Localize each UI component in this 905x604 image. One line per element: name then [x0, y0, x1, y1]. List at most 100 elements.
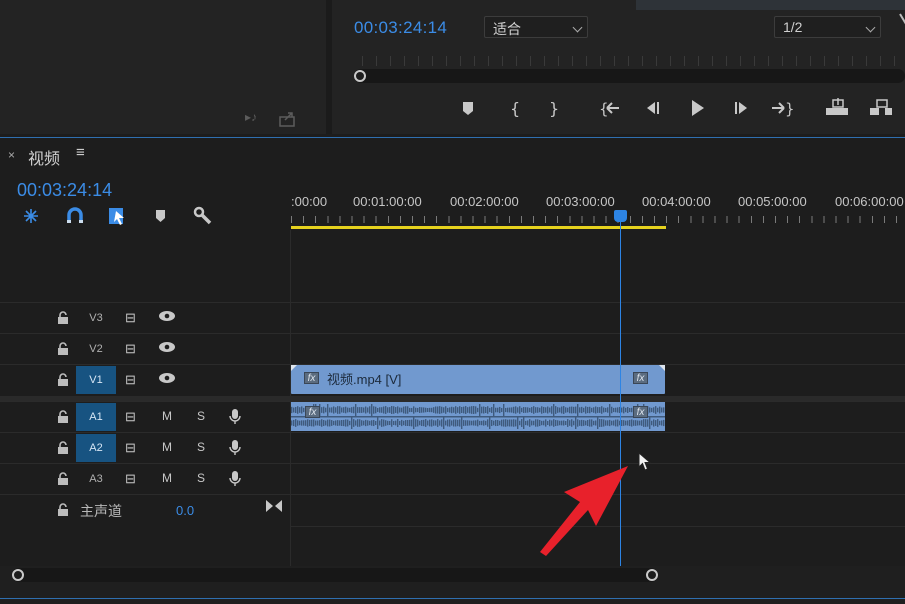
lane-v3[interactable]	[291, 302, 905, 332]
sync-lock-icon[interactable]: ⊟	[125, 440, 136, 456]
ruler-label: 00:05:00:00	[738, 194, 807, 209]
track-name-a3[interactable]: A3	[76, 465, 116, 493]
close-icon[interactable]: ×	[8, 148, 15, 162]
zoom-fit-value: 适合	[493, 21, 521, 37]
resolution-value: 1/2	[783, 19, 803, 35]
master-volume-value[interactable]: 0.0	[176, 503, 194, 518]
track-header-a2: A2 ⊟ M S	[0, 432, 290, 462]
sync-lock-icon[interactable]: ⊟	[125, 409, 136, 425]
audio-clip[interactable]: fx fx	[291, 402, 665, 431]
fx-badge[interactable]: fx	[633, 406, 648, 418]
ruler-label: 00:06:00:00	[835, 194, 904, 209]
scroll-handle-right[interactable]	[646, 569, 658, 581]
microphone-icon[interactable]	[229, 440, 241, 456]
track-name-a2[interactable]: A2	[76, 434, 116, 462]
track-header-v2: V2 ⊟	[0, 333, 290, 363]
lock-icon[interactable]	[57, 373, 69, 386]
fx-badge[interactable]: fx	[305, 406, 320, 418]
project-panel: ▸♪	[0, 0, 326, 134]
timeline-tab[interactable]: × 视频 ≡	[0, 142, 905, 168]
eye-icon[interactable]	[158, 372, 176, 384]
extract-button[interactable]	[868, 96, 892, 120]
zoom-fit-select[interactable]: 适合	[484, 16, 588, 38]
fx-badge[interactable]: fx	[633, 372, 648, 384]
playback-resolution-select[interactable]: 1/2	[774, 16, 881, 38]
export-icon[interactable]	[278, 110, 298, 128]
program-timecode[interactable]: 00:03:24:14	[354, 18, 447, 38]
sync-lock-icon[interactable]: ⊟	[125, 310, 136, 326]
eye-icon[interactable]	[158, 310, 176, 322]
track-header-v1: V1 ⊟	[0, 364, 290, 394]
insert-audio-icon[interactable]: ▸♪	[245, 110, 265, 128]
video-clip[interactable]: fx 视频.mp4 [V] fx	[291, 365, 665, 394]
sync-lock-icon[interactable]: ⊟	[125, 471, 136, 487]
panel-focus-line	[0, 598, 905, 599]
add-marker-icon[interactable]	[150, 205, 172, 227]
track-name-v2[interactable]: V2	[76, 335, 116, 363]
track-header-master: 主声道 0.0	[0, 494, 290, 526]
solo-button[interactable]: S	[197, 440, 205, 454]
track-header-a1: A1 ⊟ M S	[0, 401, 290, 431]
ruler-label: 00:01:00:00	[353, 194, 422, 209]
work-area-bar[interactable]	[291, 226, 666, 229]
ruler-label: 00:03:00:00	[546, 194, 615, 209]
lock-icon[interactable]	[57, 410, 69, 423]
sync-lock-icon[interactable]: ⊟	[125, 341, 136, 357]
mute-button[interactable]: M	[162, 409, 172, 423]
track-name-v1[interactable]: V1	[76, 366, 116, 394]
horizontal-zoom-scrollbar[interactable]	[12, 568, 658, 582]
solo-button[interactable]: S	[197, 409, 205, 423]
scrubber-handle[interactable]	[354, 70, 366, 82]
chevron-down-icon	[572, 22, 583, 33]
lock-icon[interactable]	[57, 342, 69, 355]
settings-wrench-icon[interactable]	[898, 12, 905, 26]
track-name-a1[interactable]: A1	[76, 403, 116, 431]
scroll-handle-left[interactable]	[12, 569, 24, 581]
monitor-scrubber[interactable]	[354, 69, 905, 83]
nest-sequence-icon[interactable]	[20, 205, 42, 227]
lane-a2[interactable]	[291, 432, 905, 462]
mark-in-button[interactable]: {	[502, 96, 526, 120]
track-header-a3: A3 ⊟ M S	[0, 463, 290, 493]
go-to-out-button[interactable]: }	[770, 96, 794, 120]
lock-icon[interactable]	[57, 472, 69, 485]
snap-magnet-icon[interactable]	[64, 205, 86, 227]
mark-out-button[interactable]: }	[541, 96, 565, 120]
mute-button[interactable]: M	[162, 471, 172, 485]
step-back-button[interactable]	[641, 96, 665, 120]
mute-button[interactable]: M	[162, 440, 172, 454]
timeline-settings-wrench-icon[interactable]	[192, 205, 214, 227]
ruler-ticks	[291, 216, 905, 223]
clip-corner	[291, 365, 297, 371]
solo-button[interactable]: S	[197, 471, 205, 485]
panel-focus-line	[0, 137, 905, 138]
track-name-v3[interactable]: V3	[76, 304, 116, 332]
time-ruler[interactable]: :00:00 00:01:00:00 00:02:00:00 00:03:00:…	[291, 190, 905, 230]
microphone-icon[interactable]	[229, 471, 241, 487]
timeline-timecode[interactable]: 00:03:24:14	[17, 180, 112, 201]
go-to-mixer-icon[interactable]	[265, 499, 283, 513]
monitor-ruler	[362, 56, 902, 66]
video-clip-label: 视频.mp4 [V]	[327, 372, 402, 387]
svg-text:}: }	[549, 99, 559, 118]
eye-icon[interactable]	[158, 341, 176, 353]
lock-icon[interactable]	[57, 503, 69, 516]
lift-button[interactable]	[824, 96, 848, 120]
lane-v2[interactable]	[291, 333, 905, 363]
master-track-label: 主声道	[80, 503, 122, 519]
chevron-down-icon	[865, 22, 876, 33]
go-to-in-button[interactable]: {	[597, 96, 621, 120]
panel-menu-icon[interactable]: ≡	[76, 144, 85, 161]
step-forward-button[interactable]	[729, 96, 753, 120]
sequence-title[interactable]: 视频	[28, 145, 60, 169]
sync-lock-icon[interactable]: ⊟	[125, 372, 136, 388]
microphone-icon[interactable]	[229, 409, 241, 425]
lock-icon[interactable]	[57, 311, 69, 324]
linked-selection-icon[interactable]	[106, 205, 128, 227]
lock-icon[interactable]	[57, 441, 69, 454]
fx-badge[interactable]: fx	[304, 372, 319, 384]
video-preview	[636, 0, 905, 10]
play-button[interactable]	[685, 96, 709, 120]
add-marker-button[interactable]	[456, 96, 480, 120]
svg-text:}: }	[785, 100, 794, 118]
